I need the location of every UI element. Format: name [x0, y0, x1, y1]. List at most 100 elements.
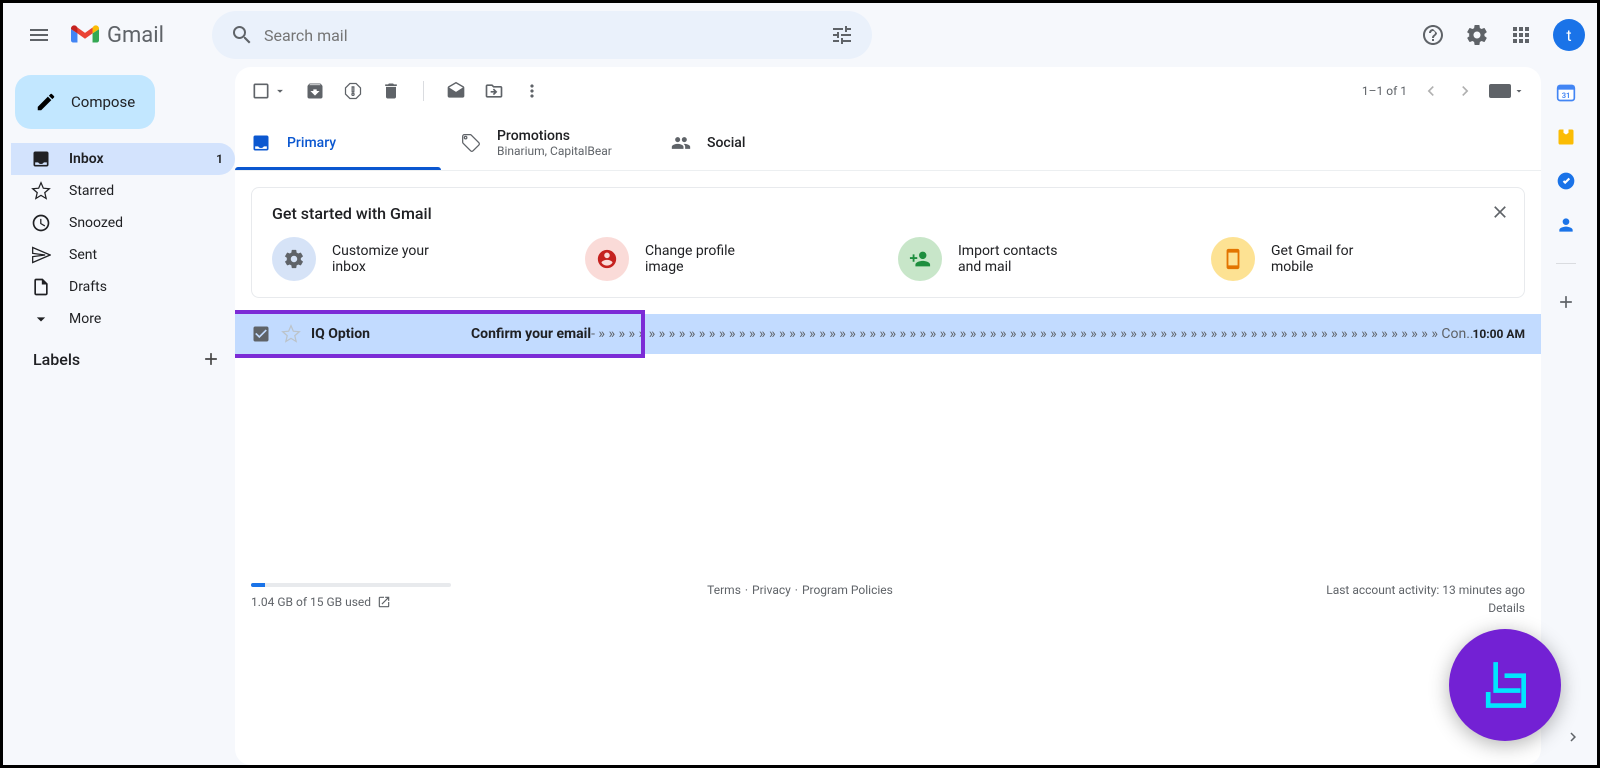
apps-icon: [1509, 23, 1533, 47]
sidebar-item-snoozed[interactable]: Snoozed: [11, 207, 235, 239]
toolbar-separator: [423, 81, 424, 101]
rail-separator: [1556, 263, 1576, 264]
category-tabs: Primary Promotions Binarium, CapitalBear…: [235, 115, 1541, 171]
help-icon: [1421, 23, 1445, 47]
sidebar-item-drafts[interactable]: Drafts: [11, 271, 235, 303]
policies-link[interactable]: Program Policies: [802, 583, 893, 597]
support-button[interactable]: [1413, 15, 1453, 55]
delete-button[interactable]: [381, 81, 401, 101]
settings-button[interactable]: [1457, 15, 1497, 55]
gmail-logo-icon: [71, 24, 99, 46]
primary-icon: [251, 133, 271, 153]
apps-button[interactable]: [1501, 15, 1541, 55]
star-icon: [31, 181, 51, 201]
calendar-app-icon[interactable]: 31: [1556, 83, 1576, 103]
tab-social[interactable]: Social: [655, 115, 865, 170]
report-spam-button[interactable]: [343, 81, 363, 101]
gmail-logo[interactable]: Gmail: [71, 23, 184, 48]
gmail-logo-text: Gmail: [107, 23, 164, 48]
hamburger-icon: [27, 23, 51, 47]
search-input[interactable]: [264, 26, 820, 45]
chevron-left-icon: [1421, 81, 1441, 101]
more-button[interactable]: [522, 81, 542, 101]
gs-card-label: Import contacts and mail: [958, 243, 1078, 275]
tab-label: Promotions: [497, 128, 612, 144]
tab-label: Social: [707, 135, 745, 151]
contacts-app-icon[interactable]: [1556, 215, 1576, 235]
tasks-app-icon[interactable]: [1556, 171, 1576, 191]
sidebar-item-label: Snoozed: [69, 215, 123, 231]
gs-card-label: Customize your inbox: [332, 243, 452, 275]
next-page-button[interactable]: [1455, 81, 1475, 101]
sidebar-item-label: Starred: [69, 183, 114, 199]
email-sender: IQ Option: [311, 326, 471, 342]
email-subject: Confirm your email: [471, 326, 591, 342]
mark-read-button[interactable]: [446, 81, 466, 101]
tab-sublabel: Binarium, CapitalBear: [497, 144, 612, 158]
send-icon: [31, 245, 51, 265]
getstarted-close-button[interactable]: [1488, 200, 1512, 224]
floating-action-button[interactable]: [1449, 629, 1561, 741]
sidebar-item-sent[interactable]: Sent: [11, 239, 235, 271]
gs-card-mobile[interactable]: Get Gmail for mobile: [1211, 237, 1504, 281]
email-snippet: - » » » » » » » » » » » » » » » » » » » …: [591, 326, 1472, 342]
open-in-new-icon[interactable]: [377, 595, 391, 609]
add-addon-button[interactable]: [1556, 292, 1576, 312]
search-options-button[interactable]: [820, 13, 864, 57]
gear-icon: [1465, 23, 1489, 47]
search-bar[interactable]: [212, 11, 872, 59]
prev-page-button[interactable]: [1421, 81, 1441, 101]
labels-header: Labels: [11, 335, 235, 369]
gs-card-profile[interactable]: Change profile image: [585, 237, 878, 281]
fab-logo-icon: [1477, 657, 1533, 713]
phone-icon: [1222, 248, 1244, 270]
tab-promotions[interactable]: Promotions Binarium, CapitalBear: [445, 115, 655, 170]
email-checkbox[interactable]: [251, 324, 271, 344]
gs-card-label: Change profile image: [645, 243, 765, 275]
footer: 1.04 GB of 15 GB used Terms · Privacy · …: [235, 571, 1541, 765]
move-to-button[interactable]: [484, 81, 504, 101]
input-tools-button[interactable]: [1489, 84, 1525, 98]
sidebar-item-label: Inbox: [69, 151, 104, 167]
tag-icon: [461, 133, 481, 153]
email-row[interactable]: IQ Option Confirm your email - » » » » »…: [235, 314, 1541, 354]
search-icon: [230, 23, 254, 47]
gs-card-customize[interactable]: Customize your inbox: [272, 237, 565, 281]
star-button[interactable]: [281, 324, 301, 344]
people-icon: [671, 133, 691, 153]
select-all-checkbox[interactable]: [251, 81, 287, 101]
gs-card-label: Get Gmail for mobile: [1271, 243, 1391, 275]
checkbox-icon: [251, 81, 271, 101]
search-button[interactable]: [220, 13, 264, 57]
clock-icon: [31, 213, 51, 233]
pencil-icon: [35, 91, 57, 113]
gs-card-import[interactable]: Import contacts and mail: [898, 237, 1191, 281]
storage-info: 1.04 GB of 15 GB used: [251, 583, 451, 615]
inbox-icon: [31, 149, 51, 169]
main-menu-button[interactable]: [15, 11, 63, 59]
archive-button[interactable]: [305, 81, 325, 101]
add-label-button[interactable]: [201, 349, 221, 369]
dropdown-icon: [1513, 85, 1525, 97]
privacy-link[interactable]: Privacy: [752, 583, 791, 597]
terms-link[interactable]: Terms: [707, 583, 741, 597]
person-icon: [596, 248, 618, 270]
tune-icon: [830, 23, 854, 47]
footer-activity: Last account activity: 13 minutes ago De…: [1326, 583, 1525, 615]
storage-bar: [251, 583, 451, 587]
details-link[interactable]: Details: [1488, 601, 1525, 615]
hide-panel-button[interactable]: [1564, 728, 1582, 750]
header: Gmail t: [3, 3, 1597, 67]
svg-text:31: 31: [1562, 91, 1571, 100]
storage-text: 1.04 GB of 15 GB used: [251, 595, 371, 609]
tab-primary[interactable]: Primary: [235, 115, 445, 170]
compose-button[interactable]: Compose: [15, 75, 155, 129]
labels-title: Labels: [33, 350, 80, 369]
account-avatar[interactable]: t: [1553, 19, 1585, 51]
sidebar-item-starred[interactable]: Starred: [11, 175, 235, 207]
keep-app-icon[interactable]: [1556, 127, 1576, 147]
person-add-icon: [909, 248, 931, 270]
sidebar-item-inbox[interactable]: Inbox 1: [11, 143, 235, 175]
sidebar-item-more[interactable]: More: [11, 303, 235, 335]
chevron-down-icon: [31, 309, 51, 329]
